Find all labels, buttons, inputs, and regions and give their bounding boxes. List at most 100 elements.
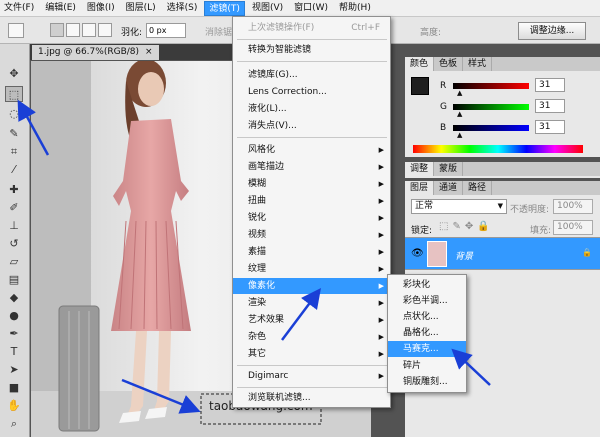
blend-mode-value: 正常 bbox=[415, 201, 434, 211]
intersect-selection-icon[interactable] bbox=[98, 23, 112, 37]
lock-options-icons[interactable]: ⬚✎✥🔒 bbox=[439, 221, 494, 232]
r-slider-handle[interactable]: ▲ bbox=[457, 89, 462, 97]
submenu-item-color-halftone[interactable]: 彩色半调... bbox=[388, 293, 466, 309]
menu-file[interactable]: 文件(F) bbox=[0, 1, 38, 16]
menu-item-video[interactable]: 视频 ▶ bbox=[233, 227, 390, 243]
tab-adjustments[interactable]: 调整 bbox=[405, 162, 435, 176]
menu-window[interactable]: 窗口(W) bbox=[290, 1, 332, 16]
add-selection-icon[interactable] bbox=[66, 23, 80, 37]
menu-item-last-filter: 上次滤镜操作(F) Ctrl+F bbox=[233, 20, 390, 36]
gradient-tool-icon[interactable]: ▤ bbox=[5, 272, 23, 288]
menu-item-stylize[interactable]: 风格化 ▶ bbox=[233, 142, 390, 158]
r-slider[interactable] bbox=[453, 83, 529, 89]
menu-item-liquify[interactable]: 液化(L)... bbox=[233, 101, 390, 117]
shape-tool-icon[interactable]: ■ bbox=[5, 380, 23, 396]
menu-item-texture[interactable]: 纹理 ▶ bbox=[233, 261, 390, 277]
pixelate-label: 像素化 bbox=[248, 281, 276, 291]
eraser-tool-icon[interactable]: ▱ bbox=[5, 254, 23, 270]
menu-item-render[interactable]: 渲染 ▶ bbox=[233, 295, 390, 311]
g-slider[interactable] bbox=[453, 104, 529, 110]
move-tool-icon[interactable]: ✥ bbox=[5, 66, 23, 82]
clone-stamp-icon[interactable]: ⊥ bbox=[5, 218, 23, 234]
opacity-field[interactable]: 100% bbox=[553, 199, 593, 214]
tab-paths[interactable]: 路径 bbox=[463, 181, 493, 195]
submenu-arrow-icon: ▶ bbox=[378, 248, 384, 256]
crop-tool-icon[interactable]: ⌗ bbox=[5, 144, 23, 160]
tab-layers[interactable]: 图层 bbox=[405, 181, 435, 195]
feather-input[interactable] bbox=[146, 23, 186, 38]
menu-item-pixelate[interactable]: 像素化 ▶ bbox=[233, 278, 390, 294]
menu-filter[interactable]: 滤镜(T) bbox=[204, 0, 245, 16]
menu-item-other[interactable]: 其它 ▶ bbox=[233, 346, 390, 362]
brush-tool-icon[interactable]: ✐ bbox=[5, 200, 23, 216]
submenu-item-fragment[interactable]: 碎片 bbox=[388, 358, 466, 374]
submenu-item-facet[interactable]: 彩块化 bbox=[388, 277, 466, 293]
menu-item-brush-strokes[interactable]: 画笔描边 ▶ bbox=[233, 159, 390, 175]
menu-select[interactable]: 选择(S) bbox=[163, 1, 202, 16]
marquee-tool-icon[interactable]: ⬚ bbox=[5, 86, 23, 102]
menu-item-noise[interactable]: 杂色 ▶ bbox=[233, 329, 390, 345]
menu-image[interactable]: 图像(I) bbox=[83, 1, 119, 16]
submenu-item-mezzotint[interactable]: 铜版雕刻... bbox=[388, 374, 466, 390]
dodge-tool-icon[interactable]: ● bbox=[5, 308, 23, 324]
menu-item-digimarc[interactable]: Digimarc ▶ bbox=[233, 368, 390, 384]
menu-item-distort[interactable]: 扭曲 ▶ bbox=[233, 193, 390, 209]
b-label: B bbox=[440, 123, 447, 133]
opacity-label: 不透明度: bbox=[510, 205, 550, 215]
r-value-field[interactable]: 31 bbox=[535, 78, 565, 92]
type-tool-icon[interactable]: T bbox=[5, 344, 23, 360]
tab-swatches[interactable]: 色板 bbox=[434, 57, 464, 71]
foreground-swatch[interactable] bbox=[411, 77, 429, 95]
menu-item-filter-gallery[interactable]: 滤镜库(G)... bbox=[233, 67, 390, 83]
document-tab[interactable]: 1.jpg @ 66.7%(RGB/8) × bbox=[32, 45, 159, 60]
refine-edge-button[interactable]: 调整边缘... bbox=[518, 22, 586, 40]
b-slider[interactable] bbox=[453, 125, 529, 131]
fill-field[interactable]: 100% bbox=[553, 220, 593, 235]
close-icon[interactable]: × bbox=[145, 45, 153, 60]
pen-tool-icon[interactable]: ✒ bbox=[5, 326, 23, 342]
lock-icon: 🔒 bbox=[582, 248, 592, 257]
hand-tool-icon[interactable]: ✋ bbox=[5, 398, 23, 414]
submenu-arrow-icon: ▶ bbox=[378, 163, 384, 171]
tab-color[interactable]: 颜色 bbox=[405, 57, 435, 71]
b-slider-handle[interactable]: ▲ bbox=[457, 131, 462, 139]
zoom-tool-icon[interactable]: ⌕ bbox=[5, 416, 23, 432]
menu-item-browse-online[interactable]: 浏览联机滤镜... bbox=[233, 390, 390, 406]
subtract-selection-icon[interactable] bbox=[82, 23, 96, 37]
menu-item-blur[interactable]: 模糊 ▶ bbox=[233, 176, 390, 192]
g-slider-handle[interactable]: ▲ bbox=[457, 110, 462, 118]
submenu-arrow-icon: ▶ bbox=[378, 372, 384, 380]
color-ramp[interactable] bbox=[413, 145, 583, 153]
quick-select-tool-icon[interactable]: ✎ bbox=[5, 126, 23, 142]
blur-tool-icon[interactable]: ◆ bbox=[5, 290, 23, 306]
eyedropper-tool-icon[interactable]: ⁄ bbox=[5, 162, 23, 178]
layer-row-background[interactable]: 👁 背景 🔒 bbox=[405, 237, 600, 270]
tab-styles[interactable]: 样式 bbox=[463, 57, 493, 71]
submenu-item-mosaic[interactable]: 马赛克... bbox=[388, 341, 466, 357]
document-title: 1.jpg @ 66.7%(RGB/8) bbox=[38, 47, 140, 57]
path-select-icon[interactable]: ➤ bbox=[5, 362, 23, 378]
menu-view[interactable]: 视图(V) bbox=[248, 1, 287, 16]
tab-masks[interactable]: 蒙版 bbox=[434, 162, 464, 176]
lasso-tool-icon[interactable]: ◌ bbox=[5, 106, 23, 122]
healing-brush-icon[interactable]: ✚ bbox=[5, 182, 23, 198]
menu-item-vanishing-point[interactable]: 消失点(V)... bbox=[233, 118, 390, 134]
menu-item-sharpen[interactable]: 锐化 ▶ bbox=[233, 210, 390, 226]
menu-item-artistic[interactable]: 艺术效果 ▶ bbox=[233, 312, 390, 328]
menu-item-lens-correction[interactable]: Lens Correction... bbox=[233, 84, 390, 100]
menu-item-sketch[interactable]: 素描 ▶ bbox=[233, 244, 390, 260]
tab-channels[interactable]: 通道 bbox=[434, 181, 464, 195]
eye-icon[interactable]: 👁 bbox=[411, 248, 424, 259]
marquee-preset-icon[interactable] bbox=[8, 23, 24, 38]
b-value-field[interactable]: 31 bbox=[535, 120, 565, 134]
submenu-item-crystallize[interactable]: 晶格化... bbox=[388, 325, 466, 341]
menu-layer[interactable]: 图层(L) bbox=[122, 1, 160, 16]
menu-item-convert-smart-filter[interactable]: 转换为智能滤镜 bbox=[233, 42, 390, 58]
blend-mode-select[interactable]: 正常 ▼ bbox=[411, 199, 507, 214]
new-selection-icon[interactable] bbox=[50, 23, 64, 37]
submenu-item-pointillize[interactable]: 点状化... bbox=[388, 309, 466, 325]
menu-edit[interactable]: 编辑(E) bbox=[41, 1, 80, 16]
g-value-field[interactable]: 31 bbox=[535, 99, 565, 113]
history-brush-icon[interactable]: ↺ bbox=[5, 236, 23, 252]
menu-help[interactable]: 帮助(H) bbox=[335, 1, 375, 16]
